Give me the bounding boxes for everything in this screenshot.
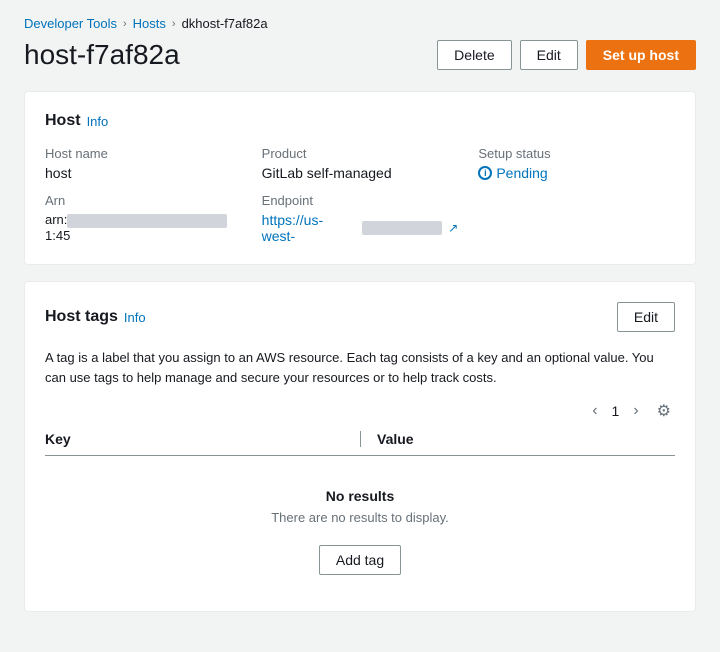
page-header: host-f7af82a Delete Edit Set up host <box>24 39 696 71</box>
page-title: host-f7af82a <box>24 39 180 71</box>
host-info-card: Host Info Host name host Product GitLab … <box>24 91 696 265</box>
breadcrumb-hosts[interactable]: Hosts <box>133 16 166 31</box>
endpoint-value: https://us-west- ↗ <box>262 212 459 244</box>
setup-host-button[interactable]: Set up host <box>586 40 696 70</box>
add-tag-button[interactable]: Add tag <box>319 545 401 575</box>
breadcrumb-current: dkhost-f7af82a <box>182 16 268 31</box>
pagination-prev-button[interactable]: ‹ <box>586 400 603 422</box>
breadcrumb-developer-tools[interactable]: Developer Tools <box>24 16 117 31</box>
pagination-next-button[interactable]: › <box>627 400 644 422</box>
host-name-value: host <box>45 165 242 181</box>
arn-value: arn:1:45 <box>45 212 242 243</box>
empty-desc: There are no results to display. <box>45 510 675 525</box>
host-name-field: Host name host <box>45 146 242 181</box>
endpoint-label: Endpoint <box>262 193 459 208</box>
arn-label: Arn <box>45 193 242 208</box>
arn-blurred <box>67 214 227 228</box>
tags-table-header: Key Value <box>45 431 675 456</box>
external-link-icon[interactable]: ↗ <box>448 221 458 235</box>
delete-button[interactable]: Delete <box>437 40 511 70</box>
pagination-settings-button[interactable]: ⚙ <box>653 399 675 423</box>
host-tags-title: Host tags Info <box>45 308 146 326</box>
host-tags-card: Host tags Info Edit A tag is a label tha… <box>24 281 696 612</box>
pagination-current: 1 <box>612 403 620 419</box>
endpoint-field: Endpoint https://us-west- ↗ <box>262 193 459 244</box>
product-field: Product GitLab self-managed <box>262 146 459 181</box>
host-info-card-header: Host Info <box>45 112 675 130</box>
host-info-grid: Host name host Product GitLab self-manag… <box>45 146 675 181</box>
setup-status-value: i Pending <box>478 165 675 181</box>
arn-field: Arn arn:1:45 <box>45 193 242 244</box>
key-column-header: Key <box>45 431 360 447</box>
breadcrumb-chevron-1: › <box>123 18 127 30</box>
endpoint-bar <box>362 221 442 235</box>
host-name-label: Host name <box>45 146 242 161</box>
setup-status-label: Setup status <box>478 146 675 161</box>
setup-status-field: Setup status i Pending <box>478 146 675 181</box>
product-value: GitLab self-managed <box>262 165 459 181</box>
host-tags-info-link[interactable]: Info <box>124 310 146 325</box>
arn-section: Arn arn:1:45 Endpoint https://us-west- ↗ <box>45 193 675 244</box>
host-tags-edit-button[interactable]: Edit <box>617 302 675 332</box>
pagination-row: ‹ 1 › ⚙ <box>45 399 675 423</box>
header-actions: Delete Edit Set up host <box>437 40 696 70</box>
empty-state: No results There are no results to displ… <box>45 456 675 591</box>
breadcrumb: Developer Tools › Hosts › dkhost-f7af82a <box>24 16 696 31</box>
breadcrumb-chevron-2: › <box>172 18 176 30</box>
endpoint-link[interactable]: https://us-west- <box>262 212 357 244</box>
empty-title: No results <box>45 488 675 504</box>
value-column-header: Value <box>360 431 675 447</box>
product-label: Product <box>262 146 459 161</box>
tags-description: A tag is a label that you assign to an A… <box>45 348 675 387</box>
host-info-title: Host Info <box>45 112 108 130</box>
host-tags-card-header: Host tags Info Edit <box>45 302 675 332</box>
host-info-link[interactable]: Info <box>87 114 109 129</box>
pending-icon: i <box>478 166 492 180</box>
edit-button[interactable]: Edit <box>520 40 578 70</box>
